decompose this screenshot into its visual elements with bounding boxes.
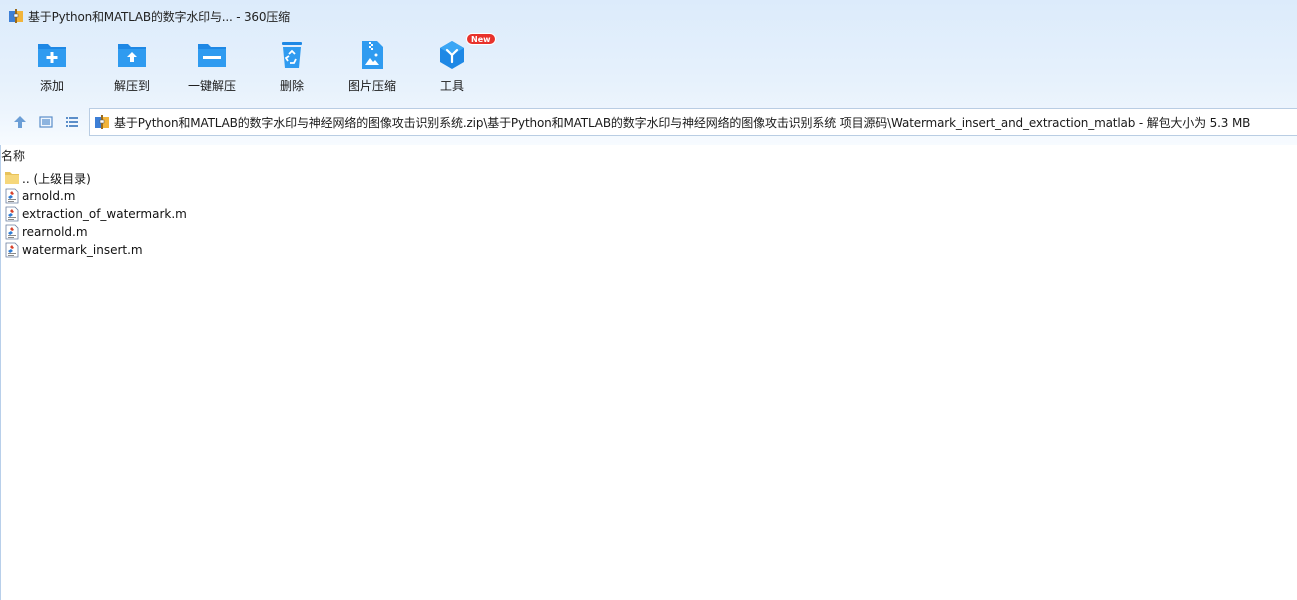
new-badge: New <box>466 33 496 45</box>
toolbar: 添加 解压到 一键解压 删除 图片压缩 New 工具 <box>12 33 496 98</box>
list-item[interactable]: watermark_insert.m <box>4 241 187 259</box>
extract-to-button[interactable]: 解压到 <box>92 38 172 98</box>
file-icon <box>5 224 19 240</box>
tools-cube-icon <box>440 41 464 69</box>
address-bar[interactable]: 基于Python和MATLAB的数字水印与神经网络的图像攻击识别系统.zip\基… <box>89 108 1297 136</box>
archive-app-icon <box>9 9 23 23</box>
folder-one-click-extract-icon <box>198 44 226 67</box>
folder-extract-icon <box>118 44 146 67</box>
up-button[interactable] <box>11 113 29 131</box>
address-row: 基于Python和MATLAB的数字水印与神经网络的图像攻击识别系统.zip\基… <box>0 107 1297 137</box>
window-header: 基于Python和MATLAB的数字水印与... - 360压缩 添加 解压到 <box>0 0 1297 145</box>
column-header-name[interactable]: 名称 <box>1 147 25 165</box>
one-click-extract-label: 一键解压 <box>187 79 236 93</box>
file-name: watermark_insert.m <box>22 243 143 257</box>
image-compress-label: 图片压缩 <box>347 79 396 93</box>
file-name: rearnold.m <box>22 225 88 239</box>
list-item[interactable]: arnold.m <box>4 187 187 205</box>
folder-icon <box>5 172 19 184</box>
image-compress-icon <box>362 41 383 69</box>
archive-icon <box>95 115 109 129</box>
list-item[interactable]: rearnold.m <box>4 223 187 241</box>
file-name: .. (上级目录) <box>22 171 91 186</box>
recycle-bin-icon <box>282 42 302 68</box>
file-rows: .. (上级目录) arnold.m extraction_of_waterma… <box>4 169 187 259</box>
delete-label: 删除 <box>279 79 304 93</box>
list-item[interactable]: extraction_of_watermark.m <box>4 205 187 223</box>
one-click-extract-button[interactable]: 一键解压 <box>172 38 252 98</box>
file-name: extraction_of_watermark.m <box>22 207 187 221</box>
add-button[interactable]: 添加 <box>12 38 92 98</box>
extract-to-label: 解压到 <box>113 79 150 93</box>
add-label: 添加 <box>39 79 64 93</box>
file-icon <box>5 188 19 204</box>
window-title: 基于Python和MATLAB的数字水印与... - 360压缩 <box>28 9 290 24</box>
tools-button[interactable]: New 工具 <box>412 33 496 98</box>
delete-button[interactable]: 删除 <box>252 38 332 98</box>
address-path: 基于Python和MATLAB的数字水印与神经网络的图像攻击识别系统.zip\基… <box>114 115 1251 130</box>
file-icon <box>5 242 19 258</box>
thumbnail-view-icon <box>39 116 53 128</box>
title-bar: 基于Python和MATLAB的数字水印与... - 360压缩 <box>0 0 1297 32</box>
tools-label: 工具 <box>439 79 464 93</box>
list-view-button[interactable] <box>63 113 81 131</box>
app-window: 基于Python和MATLAB的数字水印与... - 360压缩 添加 解压到 <box>0 0 1297 600</box>
file-list: 名称 .. (上级目录) arnold.m extraction_of_wate… <box>0 145 1297 600</box>
file-icon <box>5 206 19 222</box>
list-item-parent-directory[interactable]: .. (上级目录) <box>4 169 187 187</box>
arrow-up-icon <box>14 116 26 128</box>
list-view-icon <box>66 117 78 127</box>
image-compress-button[interactable]: 图片压缩 <box>332 38 412 98</box>
file-name: arnold.m <box>22 189 76 203</box>
folder-add-icon <box>38 44 66 67</box>
thumbnail-view-button[interactable] <box>37 113 55 131</box>
